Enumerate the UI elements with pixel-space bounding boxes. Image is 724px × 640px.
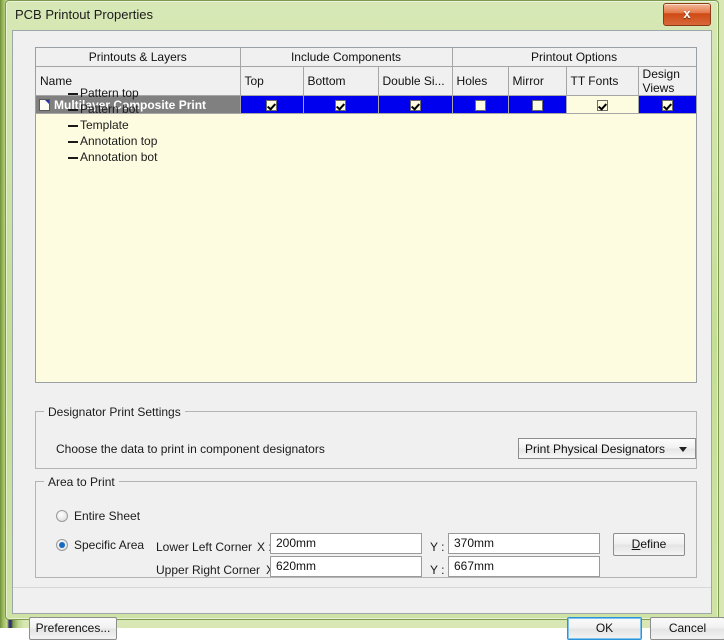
close-icon: x <box>664 6 710 21</box>
group-header-printouts-layers: Printouts & Layers <box>36 48 240 67</box>
group-header-row: Printouts & Layers Include Components Pr… <box>36 48 696 67</box>
lower-left-x-input[interactable]: 200mm <box>270 533 422 554</box>
layer-dash-icon <box>68 93 78 95</box>
layer-dash-icon <box>68 141 78 143</box>
list-item[interactable]: Pattern bot <box>36 101 696 117</box>
layer-label: Pattern top <box>80 86 139 100</box>
lower-left-corner-label: Lower Left Corner <box>156 540 252 554</box>
dialog-window: PCB Printout Properties x <box>5 0 719 620</box>
list-item[interactable]: Annotation top <box>36 133 696 149</box>
cancel-button[interactable]: Cancel <box>650 617 724 640</box>
define-label-rest: efine <box>640 537 666 551</box>
upper-right-corner-label: Upper Right Corner <box>156 563 260 577</box>
close-button[interactable]: x <box>663 3 711 26</box>
area-group-title: Area to Print <box>44 475 119 489</box>
layer-dash-icon <box>68 109 78 111</box>
dialog-client-area: Printouts & Layers Include Components Pr… <box>12 30 712 614</box>
upper-right-y-label: Y : <box>430 563 444 577</box>
title-bar: PCB Printout Properties x <box>6 1 718 31</box>
preferences-button[interactable]: Preferences... <box>29 617 117 640</box>
designator-dropdown[interactable]: Print Physical Designators <box>518 438 696 459</box>
upper-right-x-input[interactable]: 620mm <box>270 556 422 577</box>
lower-left-y-input[interactable]: 370mm <box>448 533 600 554</box>
radio-entire-sheet-indicator[interactable] <box>56 510 68 522</box>
footer-divider <box>13 587 711 588</box>
define-button[interactable]: Define <box>613 533 685 556</box>
list-item[interactable]: Template <box>36 117 696 133</box>
window-title: PCB Printout Properties <box>15 7 153 22</box>
list-item[interactable]: Annotation bot <box>36 149 696 165</box>
radio-entire-sheet-label: Entire Sheet <box>74 509 140 523</box>
list-item[interactable]: Pattern top <box>36 85 696 101</box>
upper-right-y-input[interactable]: 667mm <box>448 556 600 577</box>
lower-left-y-label: Y : <box>430 540 444 554</box>
radio-specific-area[interactable]: Specific Area <box>56 538 144 552</box>
layer-dash-icon <box>68 157 78 159</box>
layer-label: Template <box>80 118 129 132</box>
radio-specific-area-indicator[interactable] <box>56 539 68 551</box>
desktop-background: PCB Printout Properties x <box>0 0 724 628</box>
group-header-printout-options: Printout Options <box>452 48 696 67</box>
radio-specific-area-label: Specific Area <box>74 538 144 552</box>
designator-prompt-label: Choose the data to print in component de… <box>56 442 325 456</box>
designator-group-title: Designator Print Settings <box>44 405 185 419</box>
chevron-down-icon <box>679 447 687 452</box>
layer-dash-icon <box>68 125 78 127</box>
radio-entire-sheet[interactable]: Entire Sheet <box>56 509 140 523</box>
layer-label: Annotation top <box>80 134 157 148</box>
define-accel-char: D <box>632 537 641 551</box>
layer-list: Pattern top Pattern bot Template Annotat… <box>36 85 696 165</box>
group-header-include-components: Include Components <box>240 48 452 67</box>
printouts-grid-panel[interactable]: Printouts & Layers Include Components Pr… <box>35 47 697 383</box>
ok-button[interactable]: OK <box>567 617 642 640</box>
layer-label: Pattern bot <box>80 102 139 116</box>
designator-dropdown-value: Print Physical Designators <box>525 442 665 456</box>
designator-print-settings-group: Designator Print Settings Choose the dat… <box>35 411 697 469</box>
area-to-print-group: Area to Print Entire Sheet Specific Area… <box>35 481 697 578</box>
layer-label: Annotation bot <box>80 150 157 164</box>
